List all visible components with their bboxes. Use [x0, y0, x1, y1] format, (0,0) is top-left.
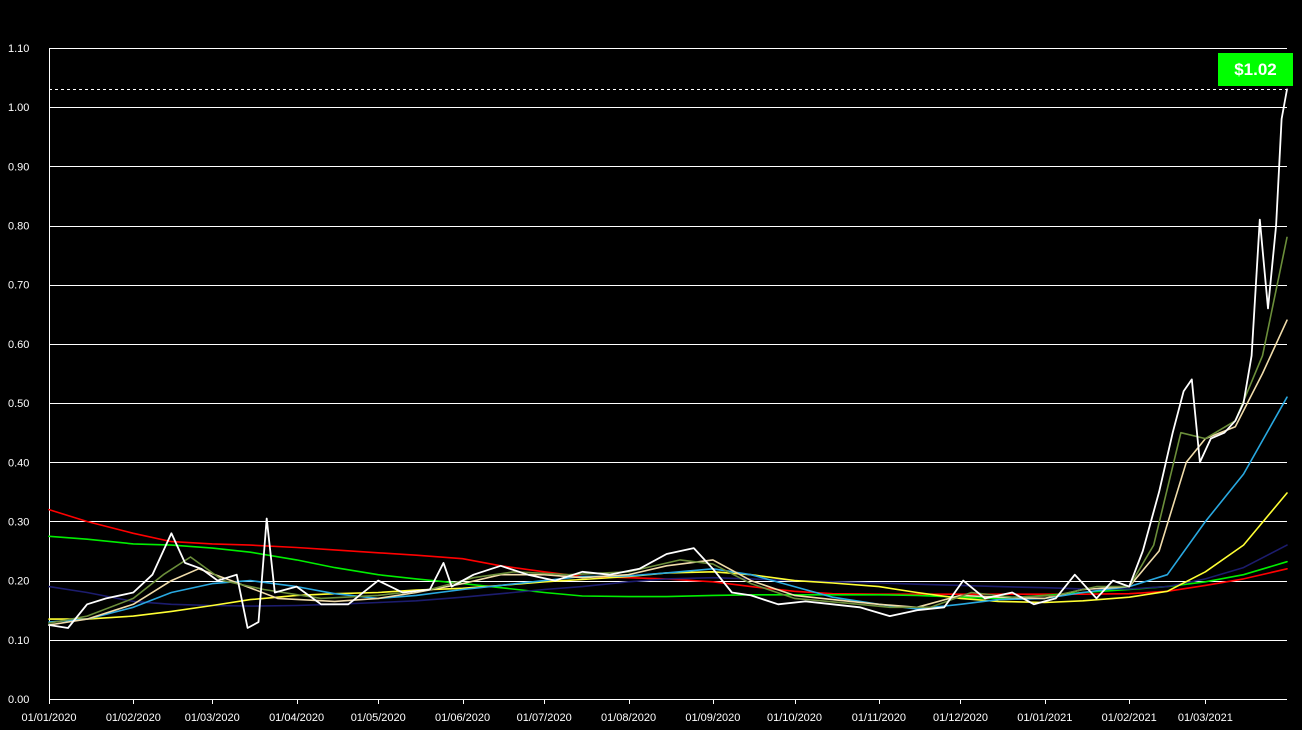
y-tick-label: 0.10	[8, 635, 29, 647]
x-tick-label: 01/10/2020	[767, 712, 822, 724]
last-price-badge: $1.02	[1218, 53, 1293, 86]
x-tick-label: 01/02/2020	[106, 712, 161, 724]
y-tick-label: 0.40	[8, 457, 29, 469]
price-chart: 0.00 0.10 0.20 0.30 0.40 0.50 0.60 0.70 0.80 0.90…	[8, 43, 1288, 724]
y-tick-label: 0.20	[8, 576, 29, 588]
y-tick-label: 0.80	[8, 221, 29, 233]
x-tick-label: 01/03/2020	[185, 712, 240, 724]
x-tick-label: 01/03/2021	[1178, 712, 1233, 724]
axes: 0.00 0.10 0.20 0.30 0.40 0.50 0.60 0.70 0.80 0.90…	[8, 43, 1233, 724]
y-tick-label: 0.30	[8, 516, 29, 528]
y-tick-label: 1.00	[8, 102, 29, 114]
x-tick-label: 01/12/2020	[933, 712, 988, 724]
series-line-7	[48, 88, 1288, 629]
x-tick-label: 01/08/2020	[601, 712, 656, 724]
x-tick-label: 01/09/2020	[685, 712, 740, 724]
x-tick-label: 01/05/2020	[351, 712, 406, 724]
x-tick-label: 01/06/2020	[435, 712, 490, 724]
y-tick-label: 0.90	[8, 161, 29, 173]
y-tick-label: 0.70	[8, 280, 29, 292]
y-tick-label: 0.60	[8, 339, 29, 351]
x-tick-label: 01/01/2021	[1017, 712, 1072, 724]
series-line-3	[48, 492, 1288, 620]
y-tick-label: 1.10	[8, 43, 29, 55]
y-tick-label: 0.00	[8, 694, 29, 706]
x-tick-label: 01/02/2021	[1102, 712, 1157, 724]
x-tick-label: 01/07/2020	[517, 712, 572, 724]
series-lines	[48, 88, 1288, 629]
x-tick-label: 01/01/2020	[21, 712, 76, 724]
y-tick-label: 0.50	[8, 398, 29, 410]
x-tick-label: 01/11/2020	[852, 712, 906, 724]
x-tick-label: 01/04/2020	[269, 712, 324, 724]
